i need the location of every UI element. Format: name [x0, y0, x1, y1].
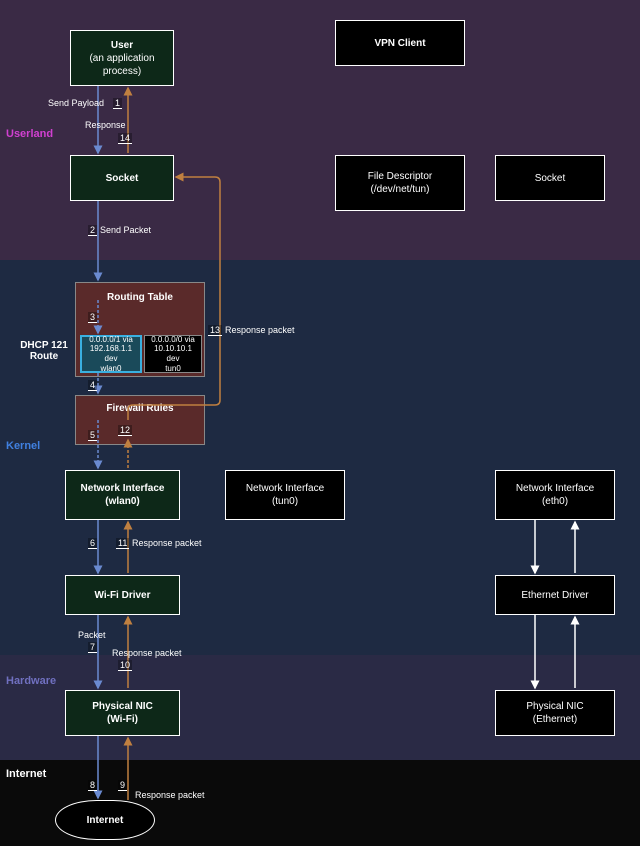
step-13: 13	[208, 325, 222, 336]
step-11: 11	[116, 538, 129, 549]
eth-driver-box: Ethernet Driver	[495, 575, 615, 615]
ni-tun0-box: Network Interface (tun0)	[225, 470, 345, 520]
step-5: 5	[88, 430, 97, 441]
socket-left-box: Socket	[70, 155, 174, 201]
dhcp-route-label: DHCP 121 Route	[14, 340, 74, 362]
ni-eth0-box: Network Interface (eth0)	[495, 470, 615, 520]
route-entry-default: 0.0.0.0/0 via 10.10.10.1 dev tun0	[144, 335, 202, 373]
packet-label: Packet	[78, 630, 106, 640]
response-packet-11: Response packet	[132, 538, 202, 548]
nic-eth-box: Physical NIC (Ethernet)	[495, 690, 615, 736]
send-payload-label: Send Payload	[48, 98, 104, 108]
response-label: Response	[85, 120, 126, 130]
step-9: 9	[118, 780, 127, 791]
hardware-label: Hardware	[6, 675, 56, 687]
userland-label: Userland	[6, 128, 53, 140]
step-14: 14	[118, 133, 132, 144]
step-7: 7	[88, 642, 97, 653]
step-6: 6	[88, 538, 97, 549]
socket-right-box: Socket	[495, 155, 605, 201]
response-packet-10: Response packet	[112, 648, 182, 658]
response-packet-13: Response packet	[225, 325, 295, 335]
step-1: 1	[113, 98, 122, 109]
nic-wifi-box: Physical NIC (Wi-Fi)	[65, 690, 180, 736]
vpn-client-box: VPN Client	[335, 20, 465, 66]
user-title: User	[111, 39, 133, 52]
response-packet-9: Response packet	[135, 790, 205, 800]
step-12: 12	[118, 425, 132, 436]
file-descriptor-box: File Descriptor (/dev/net/tun)	[335, 155, 465, 211]
step-8: 8	[88, 780, 97, 791]
send-packet-label: Send Packet	[100, 225, 151, 235]
step-2: 2	[88, 225, 97, 236]
route-entry-dhcp: 0.0.0.0/1 via 192.168.1.1 dev wlan0	[80, 335, 142, 373]
kernel-label: Kernel	[6, 440, 40, 452]
ni-wlan0-box: Network Interface (wlan0)	[65, 470, 180, 520]
user-box: User (an application process)	[70, 30, 174, 86]
user-sub1: (an application	[89, 52, 154, 65]
internet-label: Internet	[6, 768, 46, 780]
wifi-driver-box: Wi-Fi Driver	[65, 575, 180, 615]
step-10: 10	[118, 660, 132, 671]
step-3: 3	[88, 312, 97, 323]
step-4: 4	[88, 380, 97, 391]
internet-cloud: Internet	[55, 800, 155, 840]
user-sub2: process)	[103, 65, 141, 78]
